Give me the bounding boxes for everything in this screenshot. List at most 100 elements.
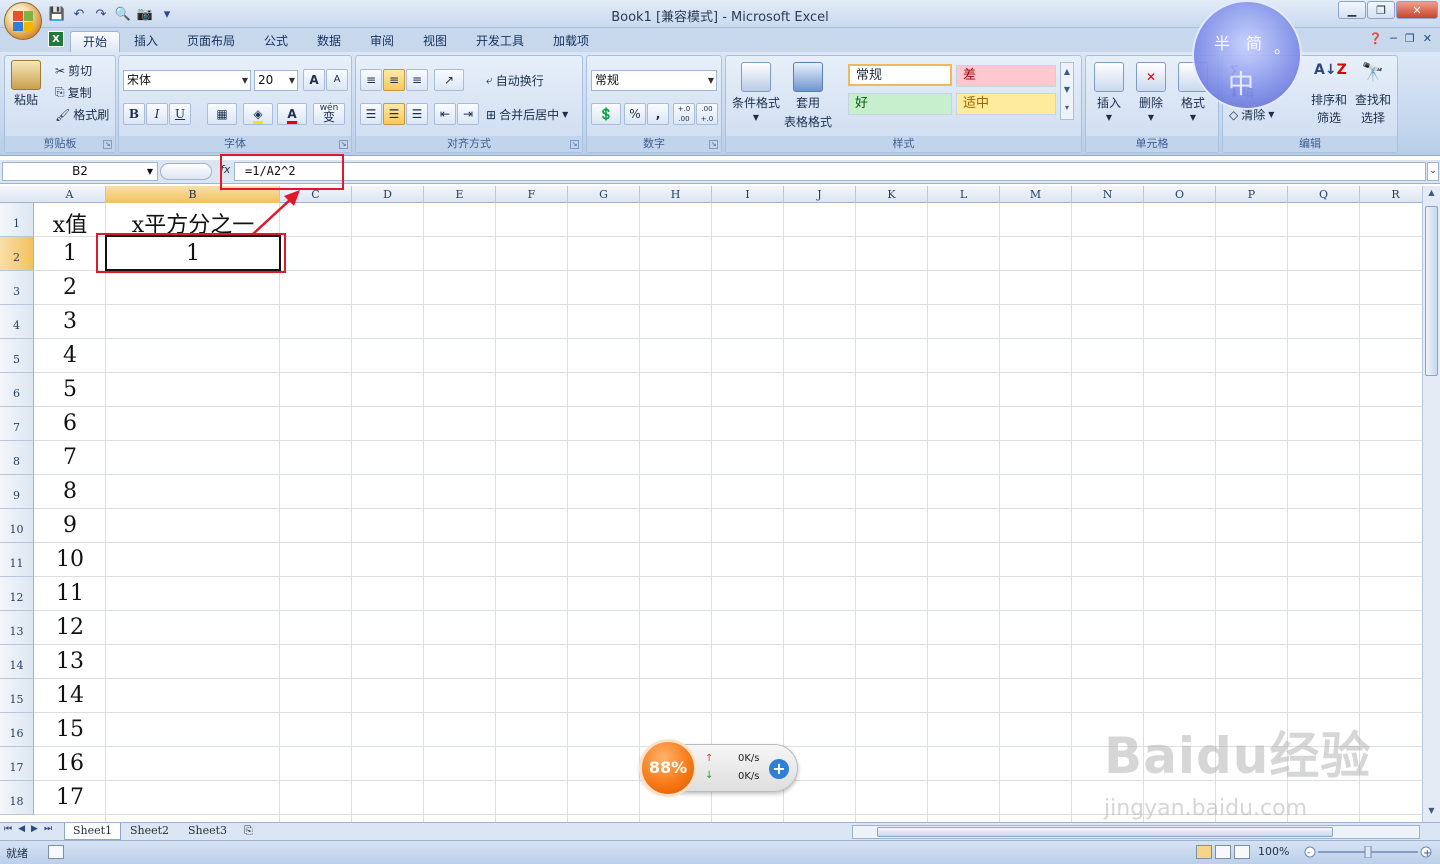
cell-a8[interactable]: 7 (34, 445, 106, 470)
cell-a3[interactable]: 2 (34, 275, 106, 300)
help-icon[interactable]: ❓ (1369, 32, 1383, 45)
format-painter-button[interactable]: 🖌 格式刷 (55, 106, 109, 123)
close-button[interactable]: ✕ (1396, 1, 1438, 19)
column-header-j[interactable]: J (784, 186, 856, 203)
cell-a13[interactable]: 12 (34, 615, 106, 640)
tab-developer[interactable]: 开发工具 (476, 31, 524, 52)
vertical-scrollbar[interactable]: ▲ ▼ (1422, 186, 1440, 822)
row-header-8[interactable]: 8 (0, 441, 34, 475)
add-icon[interactable]: + (769, 759, 789, 779)
horizontal-scrollbar[interactable] (852, 825, 1420, 839)
tab-add-ins[interactable]: 加载项 (553, 31, 589, 52)
cell-a7[interactable]: 6 (34, 411, 106, 436)
cell-a15[interactable]: 14 (34, 683, 106, 708)
horizontal-scroll-thumb[interactable] (877, 827, 1333, 837)
ribbon-minimize-icon[interactable]: ─ (1390, 32, 1397, 45)
macro-record-icon[interactable] (48, 845, 64, 859)
sheet-tab-1[interactable]: Sheet1 (64, 823, 122, 840)
row-header-16[interactable]: 16 (0, 713, 34, 747)
sheet-tab-3[interactable]: Sheet3 (180, 823, 235, 840)
conditional-format-button[interactable]: 条件格式 ▼ (732, 62, 780, 122)
tab-page-layout[interactable]: 页面布局 (187, 31, 235, 52)
tab-insert[interactable]: 插入 (134, 31, 158, 52)
clipboard-launcher-icon[interactable]: ↘ (103, 140, 112, 149)
cell-a12[interactable]: 11 (34, 581, 106, 606)
align-right-button[interactable]: ☰ (406, 103, 428, 125)
shrink-font-button[interactable]: A (326, 69, 348, 91)
vertical-scroll-thumb[interactable] (1425, 206, 1438, 376)
font-launcher-icon[interactable]: ↘ (339, 140, 348, 149)
tab-data[interactable]: 数据 (317, 31, 341, 52)
font-color-button[interactable]: A (277, 103, 307, 125)
cell-a5[interactable]: 4 (34, 343, 106, 368)
font-size-select[interactable]: 20 ▼ (254, 70, 298, 91)
prev-sheet-icon[interactable]: ◀ (18, 824, 25, 834)
merge-center-button[interactable]: ⊞ 合并后居中 ▼ (486, 106, 568, 123)
fill-color-button[interactable]: ◈ (243, 103, 273, 125)
cell-a14[interactable]: 13 (34, 649, 106, 674)
grow-font-button[interactable]: A (303, 69, 325, 91)
tab-review[interactable]: 审阅 (370, 31, 394, 52)
increase-indent-button[interactable]: ⇥ (457, 103, 479, 125)
cell-a9[interactable]: 8 (34, 479, 106, 504)
column-header-f[interactable]: F (496, 186, 568, 203)
zoom-slider[interactable]: - + (1304, 846, 1434, 858)
ribbon-close-icon[interactable]: ✕ (1423, 32, 1432, 45)
row-header-14[interactable]: 14 (0, 645, 34, 679)
row-header-18[interactable]: 18 (0, 781, 34, 815)
format-as-table-button[interactable]: 套用 表格格式 (784, 62, 832, 130)
column-header-r[interactable]: R (1360, 186, 1422, 203)
copy-button[interactable]: ⎘ 复制 (55, 84, 92, 101)
page-layout-view-icon[interactable] (1215, 845, 1231, 859)
cell-a17[interactable]: 16 (34, 751, 106, 776)
row-header-10[interactable]: 10 (0, 509, 34, 543)
align-middle-button[interactable]: ≡ (383, 69, 405, 91)
number-launcher-icon[interactable]: ↘ (709, 140, 718, 149)
insert-cells-button[interactable]: 插入 ▼ (1094, 62, 1124, 122)
paste-button[interactable]: 粘贴 (11, 60, 41, 108)
cell-a16[interactable]: 15 (34, 717, 106, 742)
tab-formulas[interactable]: 公式 (264, 31, 288, 52)
insert-sheet-icon[interactable]: ⎘ (240, 823, 257, 840)
column-header-p[interactable]: P (1216, 186, 1288, 203)
network-speed-widget[interactable]: 88% ↑ ↓ 0K/s 0K/s + (639, 739, 798, 797)
office-button[interactable] (4, 2, 42, 40)
row-header-9[interactable]: 9 (0, 475, 34, 509)
number-format-select[interactable]: 常规 ▼ (591, 70, 717, 91)
row-header-17[interactable]: 17 (0, 747, 34, 781)
italic-button[interactable]: I (146, 103, 168, 125)
row-header-12[interactable]: 12 (0, 577, 34, 611)
style-bad[interactable]: 差 (956, 65, 1056, 87)
cell-a10[interactable]: 9 (34, 513, 106, 538)
phonetic-button[interactable]: wén 变 (313, 103, 345, 125)
comma-button[interactable]: , (647, 103, 669, 125)
row-header-7[interactable]: 7 (0, 407, 34, 441)
style-good[interactable]: 好 (848, 93, 952, 115)
decrease-indent-button[interactable]: ⇤ (434, 103, 456, 125)
row-header-6[interactable]: 6 (0, 373, 34, 407)
formula-input[interactable]: =1/A2^2 (234, 162, 1426, 181)
zoom-level[interactable]: 100% (1258, 845, 1289, 858)
scroll-up-icon[interactable]: ▲ (1425, 188, 1438, 202)
tab-view[interactable]: 视图 (423, 31, 447, 52)
row-header-4[interactable]: 4 (0, 305, 34, 339)
row-header-2[interactable]: 2 (0, 237, 34, 271)
name-box[interactable]: B2 ▼ (2, 162, 158, 181)
row-header-3[interactable]: 3 (0, 271, 34, 305)
tab-home[interactable]: 开始 (70, 31, 121, 52)
expand-formula-bar-icon[interactable]: ⌄ (1427, 162, 1439, 181)
cell-a11[interactable]: 10 (34, 547, 106, 572)
cell-a4[interactable]: 3 (34, 309, 106, 334)
normal-view-icon[interactable] (1196, 845, 1212, 859)
cell-a6[interactable]: 5 (34, 377, 106, 402)
delete-cells-button[interactable]: ✕ 删除 ▼ (1136, 62, 1166, 122)
sort-filter-button[interactable]: A↓Z 排序和 筛选 (1311, 62, 1347, 126)
row-header-1[interactable]: 1 (0, 203, 34, 237)
minimize-button[interactable]: ▁ (1338, 1, 1366, 19)
column-header-d[interactable]: D (352, 186, 424, 203)
ribbon-restore-icon[interactable]: ❐ (1405, 32, 1415, 45)
decrease-decimal-button[interactable]: .00 +.0 (696, 103, 718, 125)
page-break-view-icon[interactable] (1234, 845, 1250, 859)
borders-button[interactable]: ▦ (207, 103, 237, 125)
style-neutral[interactable]: 适中 (956, 93, 1056, 115)
